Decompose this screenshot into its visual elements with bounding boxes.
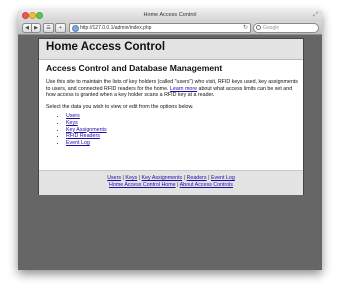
site-header: Home Access Control <box>39 39 303 60</box>
site-title: Home Access Control <box>46 41 166 53</box>
search-icon <box>256 25 261 30</box>
globe-icon <box>72 25 79 32</box>
footer-keys-link[interactable]: Keys <box>125 175 137 181</box>
url-text[interactable]: http://127.0.0.1/admin/index.php <box>80 24 151 32</box>
footer-nav-row: Users | Keys | Key Assignments | Readers… <box>39 175 303 182</box>
address-bar[interactable]: http://127.0.0.1/admin/index.php ↻ <box>69 23 251 33</box>
search-input[interactable]: Google <box>253 23 319 33</box>
forward-button[interactable]: ▶ <box>31 23 41 33</box>
footer-key-assignments-link[interactable]: Key Assignments <box>142 175 183 181</box>
footer-separator: | <box>208 175 210 181</box>
footer-separator: | <box>138 175 141 181</box>
window-title: Home Access Control <box>143 12 197 18</box>
search-placeholder[interactable]: Google <box>263 24 279 32</box>
footer-readers-link[interactable]: Readers <box>187 175 207 181</box>
event-log-link[interactable]: Event Log <box>66 140 90 146</box>
key-assignments-link[interactable]: Key Assignments <box>66 127 107 133</box>
footer-separator: | <box>122 175 124 181</box>
fullscreen-icon[interactable]: ⤢ <box>313 12 318 18</box>
data-options-list: Users Keys Key Assignments RFID Readers … <box>46 113 298 146</box>
reader-button[interactable]: ☰ <box>43 23 54 33</box>
page-footer: Users | Keys | Key Assignments | Readers… <box>39 170 303 195</box>
list-item: Key Assignments <box>66 127 298 134</box>
rfid-readers-link[interactable]: RFID Readers <box>66 133 100 139</box>
list-item: Keys <box>66 120 298 127</box>
list-item: Users <box>66 113 298 120</box>
main-content: Access Control and Database Management U… <box>46 63 298 146</box>
learn-more-link[interactable]: Learn more <box>170 86 197 92</box>
page-heading: Access Control and Database Management <box>46 63 223 73</box>
footer-event-log-link[interactable]: Event Log <box>211 175 235 181</box>
instructions-text: Select the data you wish to view or edit… <box>46 103 194 110</box>
browser-window: Home Access Control ⤢ ◀ ▶ ☰ + http://127… <box>18 10 322 270</box>
footer-separator: | <box>177 181 179 188</box>
browser-toolbar: ◀ ▶ ☰ + http://127.0.0.1/admin/index.php… <box>18 21 322 35</box>
users-link[interactable]: Users <box>66 113 80 119</box>
footer-about-link[interactable]: About Access Controls <box>180 182 233 188</box>
list-item: RFID Readers <box>66 133 298 140</box>
footer-info-row: Home Access Control Home | About Access … <box>39 182 303 189</box>
page-container: Home Access Control Access Control and D… <box>38 38 304 195</box>
footer-separator: | <box>183 175 186 181</box>
keys-link[interactable]: Keys <box>66 120 78 126</box>
reload-icon[interactable]: ↻ <box>243 24 248 32</box>
list-item: Event Log <box>66 140 298 147</box>
intro-paragraph: Use this site to maintain the lists of k… <box>46 79 298 99</box>
footer-home-link[interactable]: Home Access Control Home <box>109 182 176 188</box>
footer-users-link[interactable]: Users <box>107 175 121 181</box>
add-bookmark-button[interactable]: + <box>55 23 66 33</box>
page-viewport: Home Access Control Access Control and D… <box>18 35 322 270</box>
title-bar: Home Access Control ⤢ <box>18 10 322 21</box>
